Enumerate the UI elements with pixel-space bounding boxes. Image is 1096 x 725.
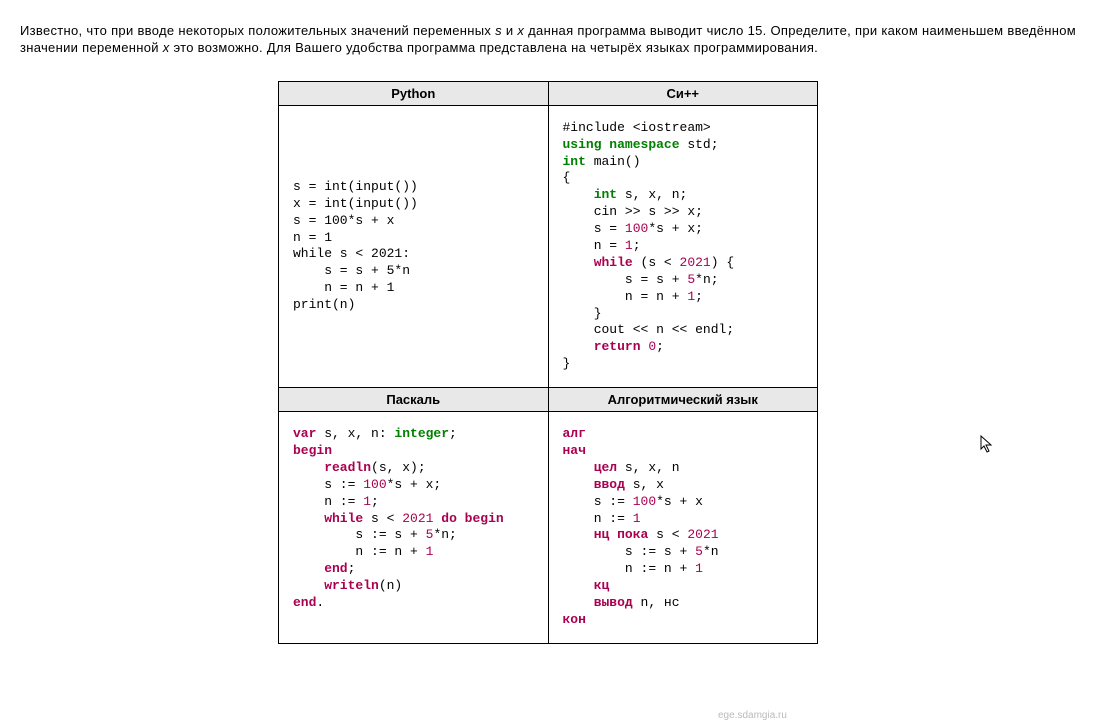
problem-text-2: и — [502, 23, 517, 38]
cell-alg: алг нач цел s, x, n ввод s, x s := 100*s… — [548, 412, 818, 644]
cell-pascal: var s, x, n: integer; begin readln(s, x)… — [279, 412, 549, 644]
header-cpp: Си++ — [548, 81, 818, 105]
mouse-cursor-icon — [980, 435, 994, 455]
problem-text-1: Известно, что при вводе некоторых положи… — [20, 23, 495, 38]
cell-python: s = int(input()) x = int(input()) s = 10… — [279, 105, 549, 387]
credit-text: ege.sdamgia.ru — [718, 710, 787, 721]
header-python: Python — [279, 81, 549, 105]
code-cpp: #include <iostream> using namespace std;… — [563, 120, 808, 373]
code-pascal: var s, x, n: integer; begin readln(s, x)… — [293, 426, 538, 612]
var-x-2: x — [163, 40, 170, 55]
problem-text: Известно, что при вводе некоторых положи… — [20, 23, 1076, 57]
code-table: Python Си++ s = int(input()) x = int(inp… — [278, 81, 818, 644]
problem-text-4: это возможно. Для Вашего удобства програ… — [170, 40, 819, 55]
cell-cpp: #include <iostream> using namespace std;… — [548, 105, 818, 387]
code-python: s = int(input()) x = int(input()) s = 10… — [293, 179, 538, 314]
header-alg: Алгоритмический язык — [548, 388, 818, 412]
header-pascal: Паскаль — [279, 388, 549, 412]
var-s: s — [495, 23, 502, 38]
code-alg: алг нач цел s, x, n ввод s, x s := 100*s… — [563, 426, 808, 629]
